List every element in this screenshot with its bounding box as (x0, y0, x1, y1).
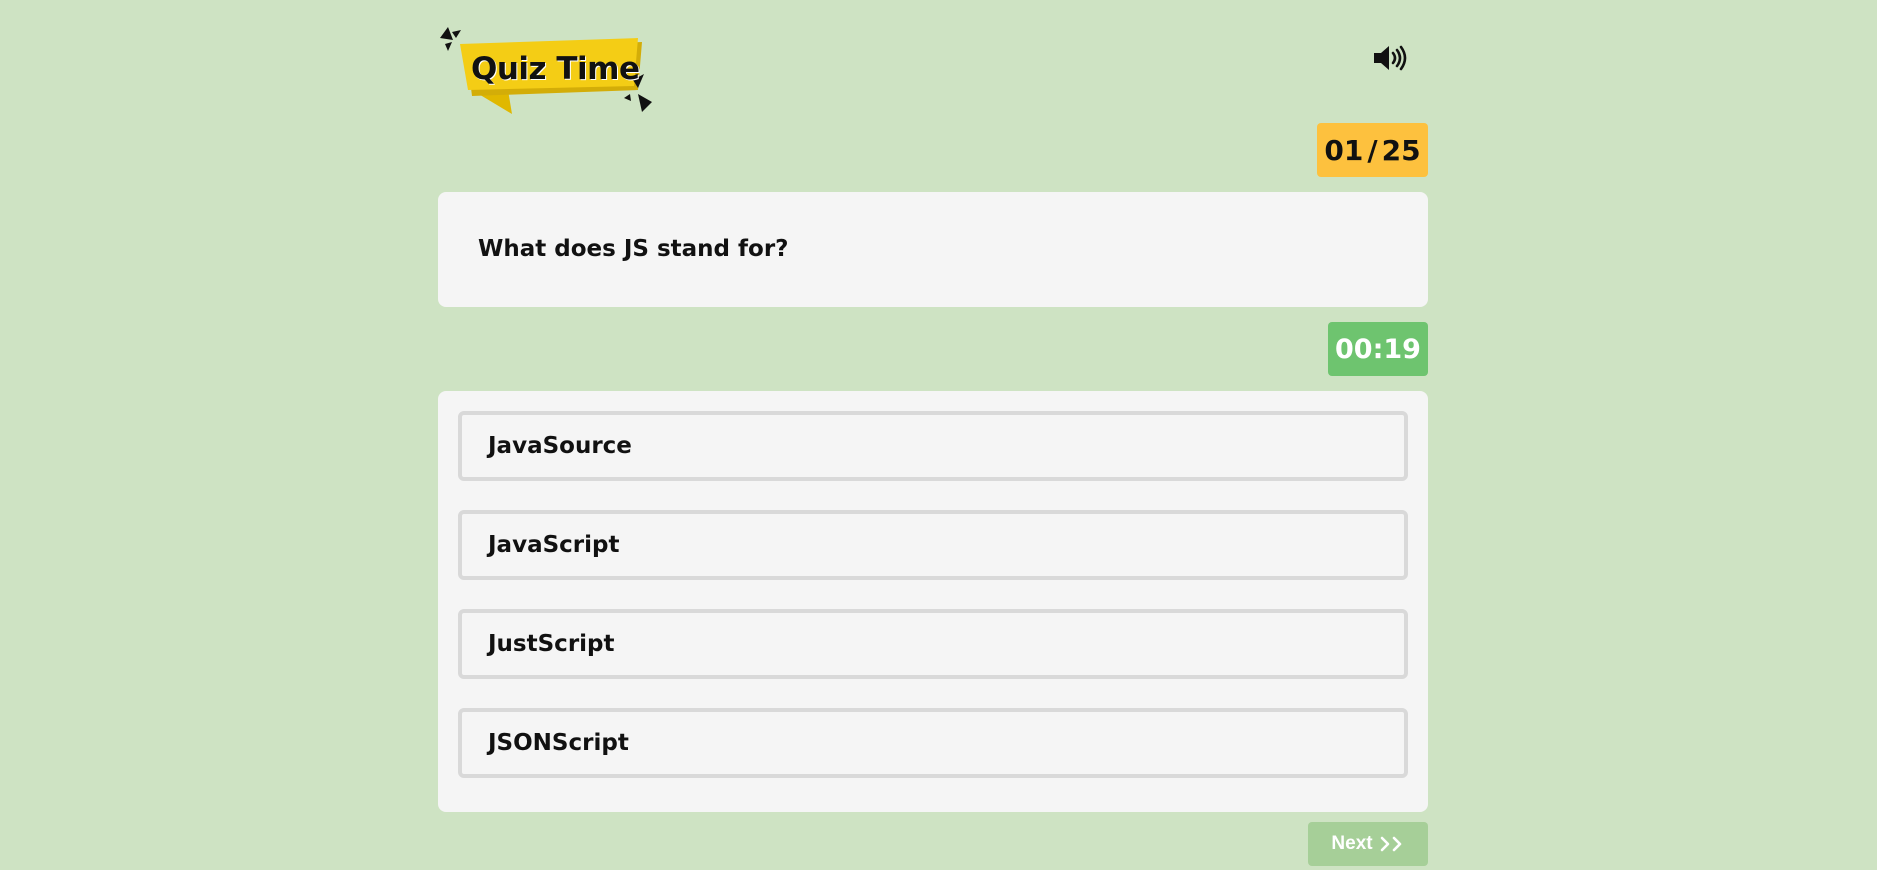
question-counter: 01 / 25 (1317, 123, 1428, 177)
answer-option[interactable]: JSONScript (458, 708, 1408, 778)
answer-option[interactable]: JavaSource (458, 411, 1408, 481)
answer-option[interactable]: JustScript (458, 609, 1408, 679)
timer-value: 00:19 (1335, 333, 1421, 365)
answer-option[interactable]: JavaScript (458, 510, 1408, 580)
question-text: What does JS stand for? (478, 236, 789, 262)
answer-options-card: JavaSource JavaScript JustScript JSONScr… (438, 391, 1428, 812)
answer-option-label: JavaSource (488, 433, 632, 459)
quiz-container: Quiz Time 01 / 25 What does JS stand for… (438, 0, 1428, 870)
quiz-time-logo: Quiz Time (438, 24, 668, 116)
question-card: What does JS stand for? (438, 192, 1428, 307)
counter-separator: / (1367, 133, 1378, 167)
answer-option-label: JustScript (488, 631, 615, 657)
counter-current: 01 (1324, 133, 1364, 167)
speaker-volume-icon[interactable] (1373, 44, 1407, 72)
answer-option-label: JSONScript (488, 730, 629, 756)
countdown-timer: 00:19 (1328, 322, 1428, 376)
counter-total: 25 (1381, 133, 1421, 167)
next-button[interactable]: Next (1308, 822, 1428, 866)
answer-option-label: JavaScript (488, 532, 620, 558)
next-button-label: Next (1331, 833, 1373, 854)
double-chevron-right-icon (1380, 836, 1401, 852)
logo-text: Quiz Time (471, 51, 640, 87)
